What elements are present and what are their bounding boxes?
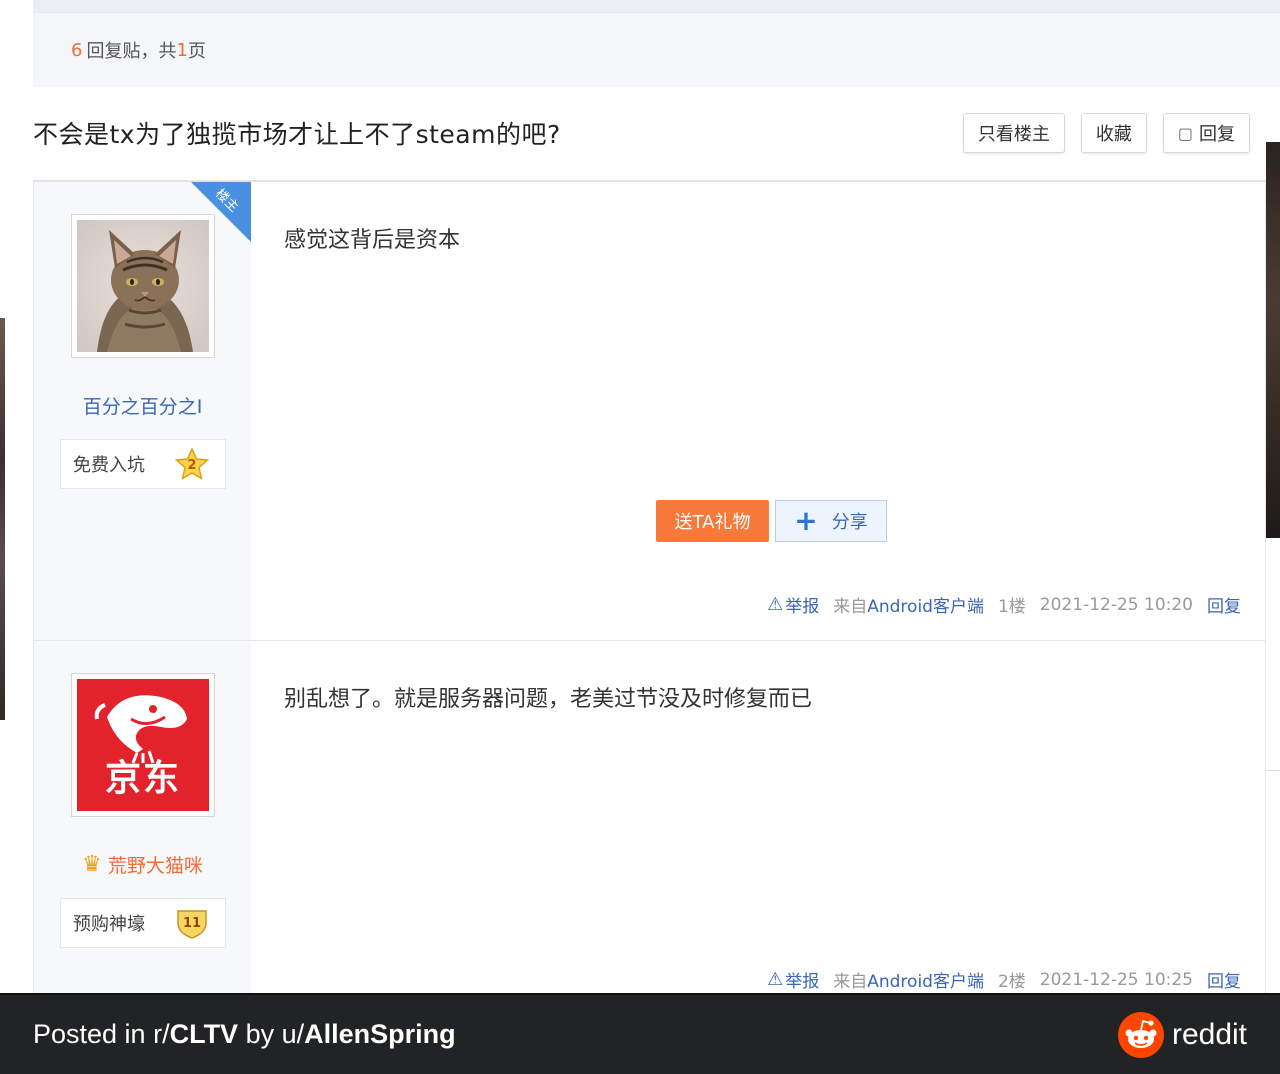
jd-avatar-image: 京东	[77, 679, 209, 811]
post-time: 2021-12-25 10:20	[1039, 594, 1193, 615]
floor-number: 1楼	[997, 597, 1026, 617]
client-source[interactable]: 来自Android客户端	[833, 592, 984, 617]
reply-count: 6	[71, 39, 83, 61]
reply-link[interactable]: 回复	[1207, 592, 1241, 617]
subreddit-name[interactable]: CLTV	[170, 1019, 239, 1049]
left-edge-image-strip	[0, 318, 5, 720]
favorite-button[interactable]: 收藏	[1080, 113, 1147, 153]
reply-count-bar: 6 回复贴，共 1 页	[33, 12, 1280, 87]
reply-count-text: 回复贴，共	[86, 41, 177, 62]
share-button[interactable]: + 分享	[775, 500, 887, 542]
avatar[interactable]: 京东	[71, 673, 215, 817]
username[interactable]: 百分之百分之I	[34, 392, 251, 419]
level-number: 11	[183, 916, 201, 931]
member-badge[interactable]: 免费入坑 2	[60, 439, 226, 489]
thread-actions: 只看楼主 收藏 ▢ 回复	[962, 113, 1250, 153]
vip-crown-icon: ♛	[82, 852, 102, 877]
level-number: 2	[187, 458, 196, 473]
badge-label: 预购神壕	[73, 914, 145, 935]
client-name: Android客户端	[867, 972, 984, 992]
client-name: Android客户端	[867, 597, 984, 617]
username[interactable]: ♛ 荒野大猫咪	[34, 851, 251, 878]
posted-in-text: Posted in r/CLTV by u/AllenSpring	[33, 1019, 456, 1050]
reply-button[interactable]: ▢ 回复	[1162, 113, 1250, 153]
reddit-brand[interactable]: reddit	[1117, 1011, 1247, 1058]
plus-icon: +	[794, 504, 818, 537]
report-label: 举报	[785, 972, 820, 992]
floor-number: 2楼	[997, 972, 1026, 992]
username-text: 荒野大猫咪	[107, 855, 203, 877]
thread-header: 不会是tx为了独揽市场才让上不了steam的吧? 只看楼主 收藏 ▢ 回复	[33, 100, 1266, 166]
member-badge[interactable]: 预购神壕 11	[60, 898, 226, 948]
reply-button-label: 回复	[1199, 124, 1235, 145]
warning-icon: ⚠	[767, 594, 784, 615]
share-label: 分享	[831, 512, 868, 533]
send-gift-button[interactable]: 送TA礼物	[656, 500, 769, 542]
client-source[interactable]: 来自Android客户端	[833, 967, 984, 992]
post-content: 感觉这背后是资本	[284, 228, 461, 253]
top-strip	[33, 0, 1280, 12]
post-time: 2021-12-25 10:25	[1039, 969, 1193, 990]
shield-icon: 11	[177, 910, 207, 939]
client-prefix: 来自	[833, 972, 868, 992]
comment-icon: ▢	[1177, 123, 1193, 143]
post-action-row: 送TA礼物 + 分享	[656, 500, 887, 542]
level-shield-icon: 11	[175, 907, 209, 939]
client-prefix: 来自	[833, 597, 868, 617]
warning-icon: ⚠	[767, 969, 784, 990]
cat-avatar-image	[77, 220, 209, 352]
reddit-wordmark: reddit	[1171, 1017, 1247, 1051]
author-name[interactable]: AllenSpring	[304, 1019, 456, 1049]
post-meta: ⚠ 举报 来自Android客户端 2楼 2021-12-25 10:25 回复	[767, 967, 1241, 992]
page-count: 1	[176, 39, 188, 61]
author-sidebar: 京东 ♛ 荒野大猫咪 预购神壕 11	[34, 641, 251, 993]
report-label: 举报	[785, 597, 820, 617]
only-op-button[interactable]: 只看楼主	[962, 113, 1065, 153]
page-suffix: 页	[187, 41, 206, 62]
op-corner-tag: 楼主	[191, 182, 251, 242]
post-meta: ⚠ 举报 来自Android客户端 1楼 2021-12-25 10:20 回复	[767, 592, 1241, 617]
post-content: 别乱想了。就是服务器问题，老美过节没及时修复而已	[284, 687, 813, 712]
by-label: by u/	[238, 1019, 305, 1049]
level-star-icon: 2	[175, 448, 209, 480]
jd-avatar-text: 京东	[104, 758, 181, 799]
reddit-logo-icon	[1117, 1011, 1164, 1058]
reply-link[interactable]: 回复	[1207, 967, 1241, 992]
report-link[interactable]: ⚠ 举报	[767, 592, 819, 617]
badge-label: 免费入坑	[73, 455, 145, 476]
report-link[interactable]: ⚠ 举报	[767, 967, 819, 992]
posted-in-label: Posted in r/	[33, 1019, 170, 1049]
thread-title: 不会是tx为了独揽市场才让上不了steam的吧?	[33, 120, 561, 149]
author-sidebar: 百分之百分之I 免费入坑 2	[34, 182, 251, 640]
star-icon: 2	[175, 448, 209, 480]
right-divider	[1266, 770, 1280, 771]
post-floor-2: 京东 ♛ 荒野大猫咪 预购神壕 11 别乱想了。就是服务器问题，老美过节没及时修…	[33, 641, 1266, 993]
post-floor-1: 百分之百分之I 免费入坑 2 楼主 感觉这背后是资本 送TA礼物 + 分享 ⚠ …	[33, 180, 1266, 641]
reddit-footer-bar: Posted in r/CLTV by u/AllenSpring reddit	[0, 993, 1280, 1074]
right-edge-image-strip	[1266, 142, 1280, 538]
